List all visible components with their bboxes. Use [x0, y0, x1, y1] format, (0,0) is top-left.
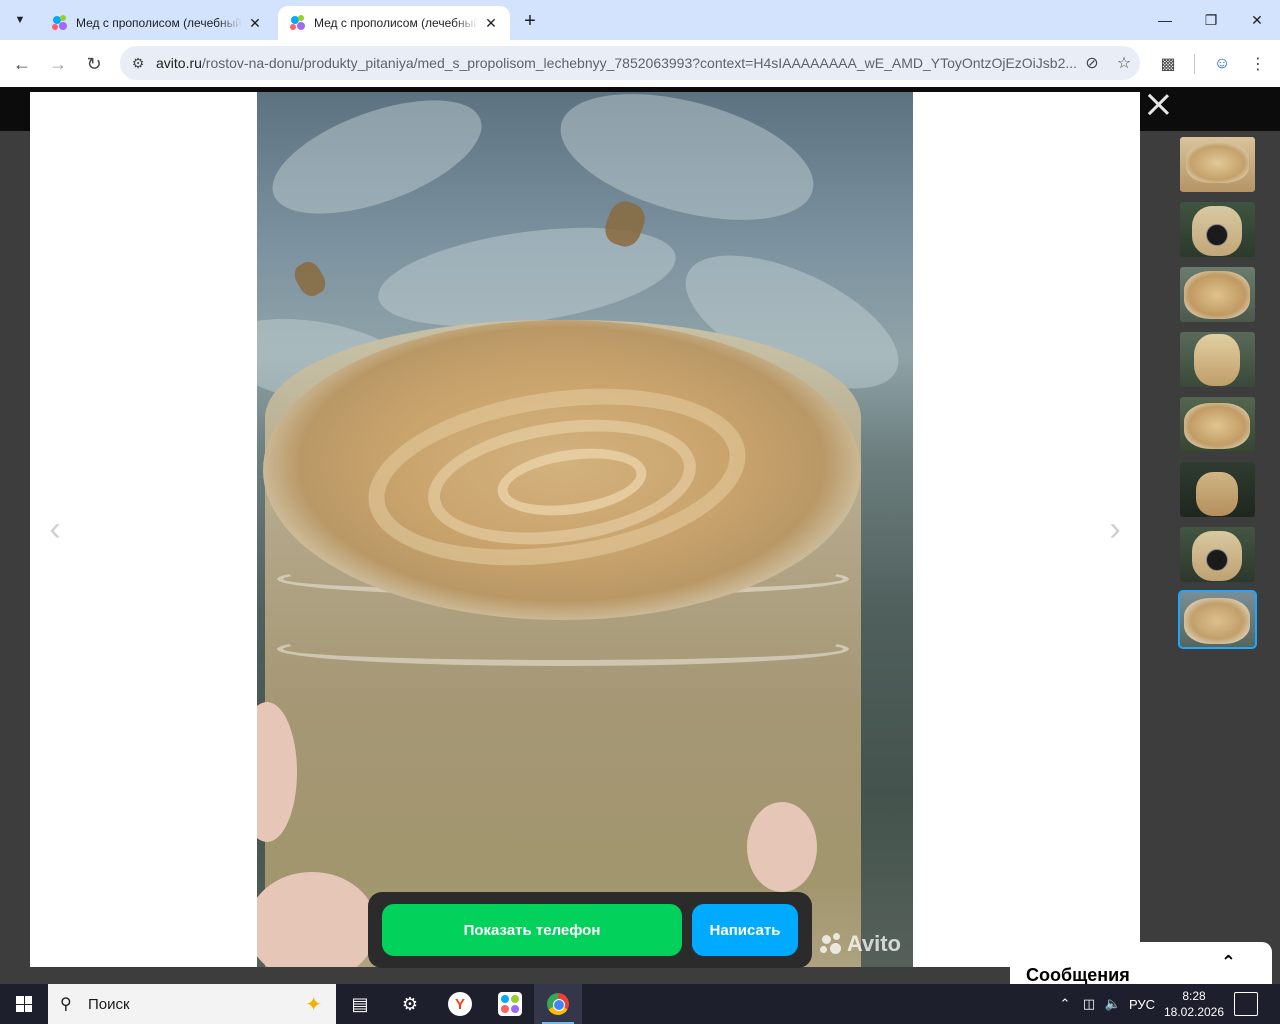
kebab-icon: ⋮ [1250, 56, 1266, 73]
task-view-icon: ▤ [351, 993, 369, 1014]
chevron-left-icon: ‹ [49, 509, 61, 548]
url-text[interactable]: avito.ru/rostov-na-donu/produkty_pitaniy… [156, 55, 1076, 71]
search-placeholder: Поиск [88, 995, 130, 1013]
avito-logo-icon [819, 933, 844, 955]
puzzle-icon: ▩ [1160, 56, 1176, 73]
sparkle-icon: ✦ [305, 994, 322, 1016]
write-message-button[interactable]: Написать [692, 904, 798, 956]
yandex-icon: Y [448, 992, 472, 1016]
tab-inactive[interactable]: Мед с прополисом (лечебный) в Ростове-на… [40, 6, 274, 40]
eye-off-icon: ⊘ [1085, 55, 1099, 72]
thumbnail-5[interactable] [1180, 397, 1255, 452]
restore-button[interactable]: ❐ [1188, 0, 1234, 40]
chevron-right-icon: › [1109, 509, 1121, 548]
contact-action-panel: Показать телефон Написать [368, 892, 812, 968]
tab-title: Мед с прополисом (лечебный) в Ростове-на… [76, 16, 242, 30]
network-icon: ◫ [1082, 996, 1096, 1011]
tab-active[interactable]: Мед с прополисом (лечебный) в Ростове-на… [278, 6, 510, 40]
notification-center-icon[interactable] [1234, 992, 1258, 1016]
avito-watermark: Avito [819, 931, 901, 957]
clock-date: 18.02.2026 [1163, 1005, 1225, 1019]
tracking-protection-button[interactable]: ⊘ [1076, 46, 1108, 80]
reload-button[interactable]: ↻ [80, 50, 108, 78]
browser-toolbar: ← → ↻ ⚙ avito.ru/rostov-na-donu/produkty… [0, 40, 1280, 87]
show-phone-button[interactable]: Показать телефон [382, 904, 682, 956]
chevron-down-icon: ▼ [14, 14, 26, 26]
window-close-button[interactable]: ✕ [1234, 0, 1280, 40]
start-button[interactable] [0, 984, 48, 1024]
gallery-close-button[interactable] [1144, 90, 1172, 118]
language-indicator[interactable]: РУС [1126, 984, 1158, 1024]
arrow-right-icon: → [49, 53, 67, 74]
network-button[interactable]: ◫ [1078, 984, 1100, 1024]
gallery-viewer: Avito ‹ › [30, 92, 1140, 967]
thumbnail-3[interactable] [1180, 267, 1255, 322]
plus-icon: + [524, 9, 536, 32]
clock[interactable]: 8:28 18.02.2026 [1160, 988, 1228, 1020]
tray-overflow-button[interactable]: ⌃ [1054, 984, 1076, 1024]
url-path: /rostov-na-donu/produkty_pitaniya/med_s_… [201, 55, 1076, 71]
extensions-button[interactable]: ▩ [1154, 50, 1182, 78]
chrome-app-button[interactable] [534, 984, 582, 1024]
watermark-text: Avito [846, 931, 901, 956]
avito-favicon-icon [290, 15, 306, 31]
tab-search-button[interactable]: ▼ [7, 8, 33, 32]
site-info-button[interactable]: ⚙ [120, 46, 156, 80]
avito-favicon-icon [52, 15, 68, 31]
thumbnail-6[interactable] [1180, 462, 1255, 517]
yandex-browser-button[interactable]: Y [436, 984, 484, 1024]
tab-strip: ▼ Мед с прополисом (лечебный) в Ростове-… [0, 0, 1280, 40]
task-view-button[interactable]: ▤ [336, 984, 384, 1024]
profile-icon: ☺ [1213, 55, 1231, 72]
tab-close-icon[interactable]: ✕ [482, 14, 500, 32]
previous-image-button[interactable]: ‹ [40, 510, 70, 548]
minimize-icon: — [1158, 12, 1172, 28]
product-photo[interactable]: Avito [257, 92, 913, 967]
thumbnail-7[interactable] [1180, 527, 1255, 582]
minimize-button[interactable]: — [1142, 0, 1188, 40]
settings-app-button[interactable]: ⚙ [386, 984, 434, 1024]
search-icon: ⚲ [60, 996, 72, 1013]
new-tab-button[interactable]: + [518, 9, 542, 33]
thumbnail-2[interactable] [1180, 202, 1255, 257]
thumbnail-8-selected[interactable] [1178, 590, 1257, 649]
star-icon: ☆ [1116, 55, 1132, 72]
bookmark-button[interactable]: ☆ [1108, 46, 1140, 80]
chrome-icon [547, 993, 569, 1015]
address-bar[interactable]: ⚙ avito.ru/rostov-na-donu/produkty_pitan… [120, 46, 1140, 80]
volume-button[interactable]: 🔈 [1102, 984, 1124, 1024]
windows-taskbar: ⚲ Поиск ✦ ▤ ⚙ Y ⌃ ◫ 🔈 РУС 8:28 18.02.202… [0, 984, 1280, 1024]
arrow-left-icon: ← [13, 53, 31, 74]
clock-time: 8:28 [1182, 989, 1206, 1003]
forward-button[interactable]: → [44, 50, 72, 78]
chevron-up-icon: ⌃ [1059, 996, 1071, 1011]
url-domain: avito.ru [156, 55, 202, 71]
next-image-button[interactable]: › [1100, 510, 1130, 548]
tab-title: Мед с прополисом (лечебный) в Ростове-на… [314, 16, 478, 30]
messages-label: Сообщения [1026, 964, 1130, 985]
toolbar-divider [1194, 54, 1195, 74]
taskbar-search-box[interactable]: ⚲ Поиск ✦ [48, 984, 336, 1024]
avito-app-icon [498, 992, 522, 1016]
windows-logo-icon [16, 996, 32, 1012]
tab-close-icon[interactable]: ✕ [246, 14, 264, 32]
close-icon: ✕ [1251, 11, 1263, 28]
avito-app-button[interactable] [486, 984, 534, 1024]
profile-button[interactable]: ☺ [1208, 50, 1236, 78]
gear-icon: ⚙ [401, 993, 419, 1014]
chevron-up-icon[interactable]: ⌃ [1221, 952, 1236, 973]
tune-icon: ⚙ [131, 54, 145, 71]
back-button[interactable]: ← [8, 50, 36, 78]
reload-icon: ↻ [86, 53, 102, 74]
browser-menu-button[interactable]: ⋮ [1244, 50, 1272, 78]
restore-icon: ❐ [1204, 11, 1218, 28]
thumbnail-4[interactable] [1180, 332, 1255, 387]
thumbnail-1[interactable] [1180, 137, 1255, 192]
speaker-icon: 🔈 [1104, 996, 1122, 1011]
